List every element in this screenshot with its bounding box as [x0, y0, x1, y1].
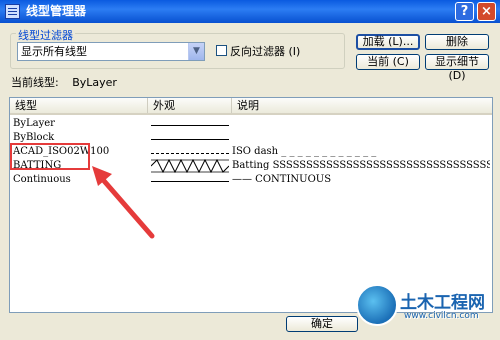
filter-group-label: 线型过滤器	[16, 27, 75, 43]
linetype-description: —— CONTINUOUS	[232, 174, 332, 185]
delete-button[interactable]: 删除	[425, 34, 489, 50]
watermark: 土木工程网 www.civilcn.com	[356, 282, 496, 334]
header-appearance[interactable]: 外观	[148, 98, 232, 113]
linetype-manager-window: 线型管理器 ? × 线型过滤器 显示所有线型 ▼ 反向过滤器 (I) 加载 (L…	[0, 0, 500, 340]
show-details-button[interactable]: 显示细节 (D)	[425, 54, 489, 82]
civilcn-logo-icon	[356, 284, 398, 326]
list-header: 线型 外观 说明	[10, 98, 492, 115]
ok-button[interactable]: 确定	[286, 316, 358, 332]
linetype-description: Batting SSSSSSSSSSSSSSSSSSSSSSSSSSSSSSSS…	[232, 160, 490, 171]
load-button[interactable]: 加载 (L)...	[356, 34, 420, 50]
window-title: 线型管理器	[26, 4, 87, 18]
highlight-box	[10, 143, 90, 170]
linetype-preview	[151, 173, 229, 187]
invert-filter-label[interactable]: 反向过滤器 (I)	[230, 43, 300, 59]
linetype-name: ByLayer	[13, 118, 55, 129]
linetype-preview	[151, 145, 229, 159]
watermark-brand: 土木工程网	[400, 293, 485, 313]
current-linetype-row: 当前线型: ByLayer	[11, 74, 117, 90]
header-linetype[interactable]: 线型	[10, 98, 148, 113]
table-row[interactable]: ByLayer	[10, 117, 492, 131]
filter-select[interactable]: 显示所有线型 ▼	[17, 42, 205, 61]
current-linetype-value: ByLayer	[72, 76, 117, 89]
watermark-url: www.civilcn.com	[404, 311, 479, 321]
linetype-description: ISO dash _ _ _ _ _ _ _ _ _ _ _ _	[232, 146, 377, 157]
linetype-preview	[151, 131, 229, 145]
help-button[interactable]: ?	[455, 2, 474, 21]
linetype-preview	[151, 159, 229, 173]
linetype-app-icon	[5, 4, 20, 19]
current-button[interactable]: 当前 (C)	[356, 54, 420, 70]
chevron-down-icon[interactable]: ▼	[188, 43, 204, 60]
header-description[interactable]: 说明	[232, 98, 492, 113]
current-linetype-label: 当前线型:	[11, 76, 59, 89]
red-arrow-icon	[92, 166, 155, 239]
filter-select-value: 显示所有线型	[21, 45, 87, 58]
title-bar[interactable]: 线型管理器 ? ×	[0, 0, 500, 23]
linetype-preview	[151, 117, 229, 131]
close-button[interactable]: ×	[477, 2, 496, 21]
invert-filter-checkbox[interactable]	[216, 45, 227, 56]
linetype-name: Continuous	[13, 174, 71, 185]
